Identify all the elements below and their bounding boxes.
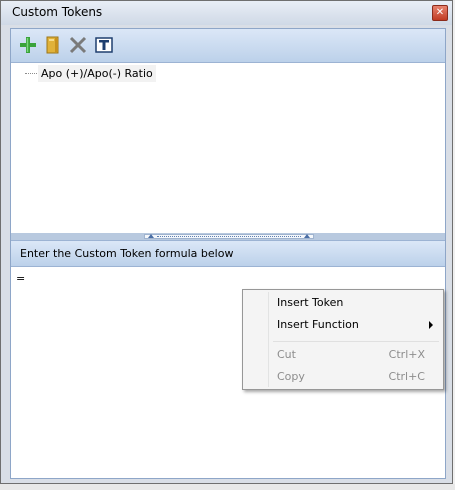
toolbar (11, 29, 445, 63)
formula-header: Enter the Custom Token formula below (11, 240, 445, 267)
arrow-up-icon (304, 234, 310, 238)
title-bar[interactable]: Custom Tokens ✕ (1, 1, 452, 25)
arrow-up-icon (148, 234, 154, 238)
submenu-arrow-icon (429, 321, 433, 329)
close-button[interactable]: ✕ (432, 5, 448, 21)
text-icon[interactable] (95, 36, 113, 54)
folder-icon[interactable] (44, 36, 62, 54)
window-title: Custom Tokens (12, 5, 103, 19)
delete-icon[interactable] (69, 36, 87, 54)
splitter-grip[interactable] (144, 234, 314, 239)
tree-connector (25, 73, 37, 74)
tree-item[interactable]: Apo (+)/Apo(-) Ratio (38, 65, 156, 82)
formula-header-label: Enter the Custom Token formula below (20, 247, 234, 260)
menu-separator (273, 341, 439, 342)
add-icon[interactable] (19, 36, 37, 54)
context-menu: Insert Token Insert Function Cut Ctrl+X … (242, 289, 444, 390)
token-tree: Apo (+)/Apo(-) Ratio (11, 63, 445, 233)
formula-text: = (16, 272, 26, 285)
menu-item-copy[interactable]: Copy Ctrl+C (243, 367, 443, 387)
custom-tokens-window: Custom Tokens ✕ Apo (+)/Apo(-) Ratio Ent… (0, 0, 453, 484)
menu-item-insert-token[interactable]: Insert Token (243, 293, 443, 313)
menu-item-cut[interactable]: Cut Ctrl+X (243, 345, 443, 365)
splitter[interactable] (11, 233, 445, 240)
menu-item-insert-function[interactable]: Insert Function (243, 315, 443, 335)
client-area: Apo (+)/Apo(-) Ratio Enter the Custom To… (10, 28, 446, 479)
background-strip (0, 484, 455, 490)
grip-dots (157, 236, 301, 237)
